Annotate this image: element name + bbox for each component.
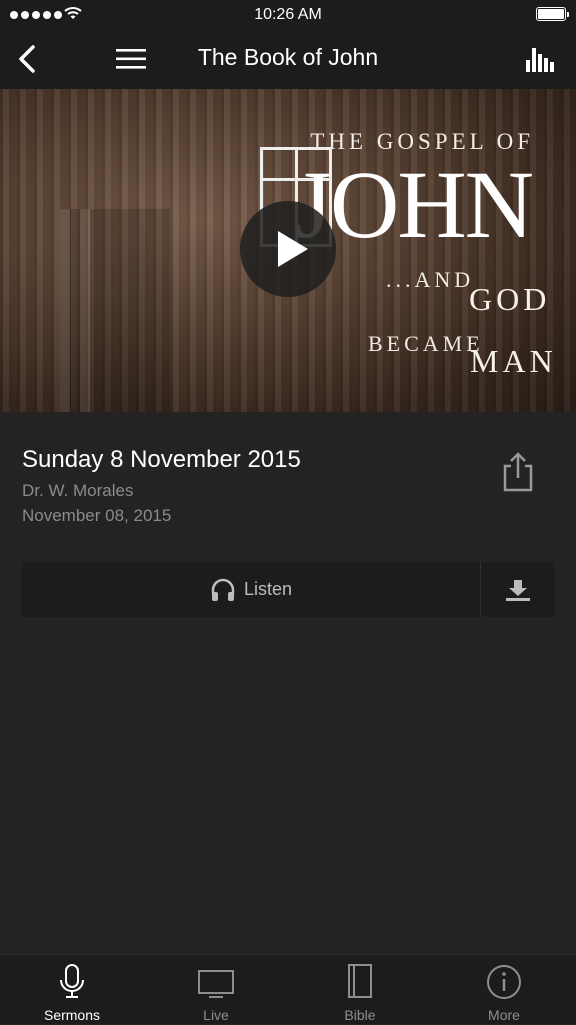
listen-button[interactable]: Listen <box>22 562 480 617</box>
sermon-artwork: THE GOSPEL OF JOHN ...AND GOD BECAME MAN <box>0 89 576 412</box>
headphones-icon <box>211 578 235 601</box>
microphone-icon <box>60 964 84 998</box>
sermon-speaker: Dr. W. Morales <box>22 481 134 500</box>
listen-label: Listen <box>243 579 293 599</box>
listen-bar: Listen <box>22 562 554 617</box>
sermon-date: November 08, 2015 <box>22 506 172 525</box>
tab-label: More <box>488 1007 520 1023</box>
pillar-graphic <box>60 209 170 412</box>
tab-bible[interactable]: Bible <box>288 955 432 1025</box>
tab-more[interactable]: More <box>432 955 576 1025</box>
tab-label: Live <box>203 1007 229 1023</box>
tab-live[interactable]: Live <box>144 955 288 1025</box>
download-button[interactable] <box>481 562 554 617</box>
page-title: The Book of John <box>197 44 379 70</box>
sermon-title: Sunday 8 November 2015 <box>22 446 301 473</box>
artwork-text-line: MAN <box>470 343 557 379</box>
tab-label: Sermons <box>43 1007 101 1023</box>
status-time: 10:26 AM <box>254 6 322 23</box>
share-icon[interactable] <box>500 450 536 494</box>
artwork-text-line: ...AND <box>386 267 475 292</box>
download-icon <box>505 579 530 601</box>
navigation-bar: The Book of John <box>0 30 576 89</box>
bar-chart-icon[interactable] <box>524 44 556 74</box>
tv-icon <box>198 970 234 998</box>
artwork-text-line: GOD <box>469 281 551 317</box>
status-bar: 10:26 AM <box>0 0 576 30</box>
tab-sermons[interactable]: Sermons <box>0 955 144 1025</box>
tab-label: Bible <box>344 1007 376 1023</box>
info-icon <box>487 965 521 999</box>
book-icon <box>348 964 372 998</box>
play-button[interactable] <box>240 201 336 297</box>
tab-bar: Sermons Live Bible More <box>0 954 576 1024</box>
artwork-text-line: BECAME <box>368 331 484 356</box>
battery-icon <box>536 7 569 21</box>
